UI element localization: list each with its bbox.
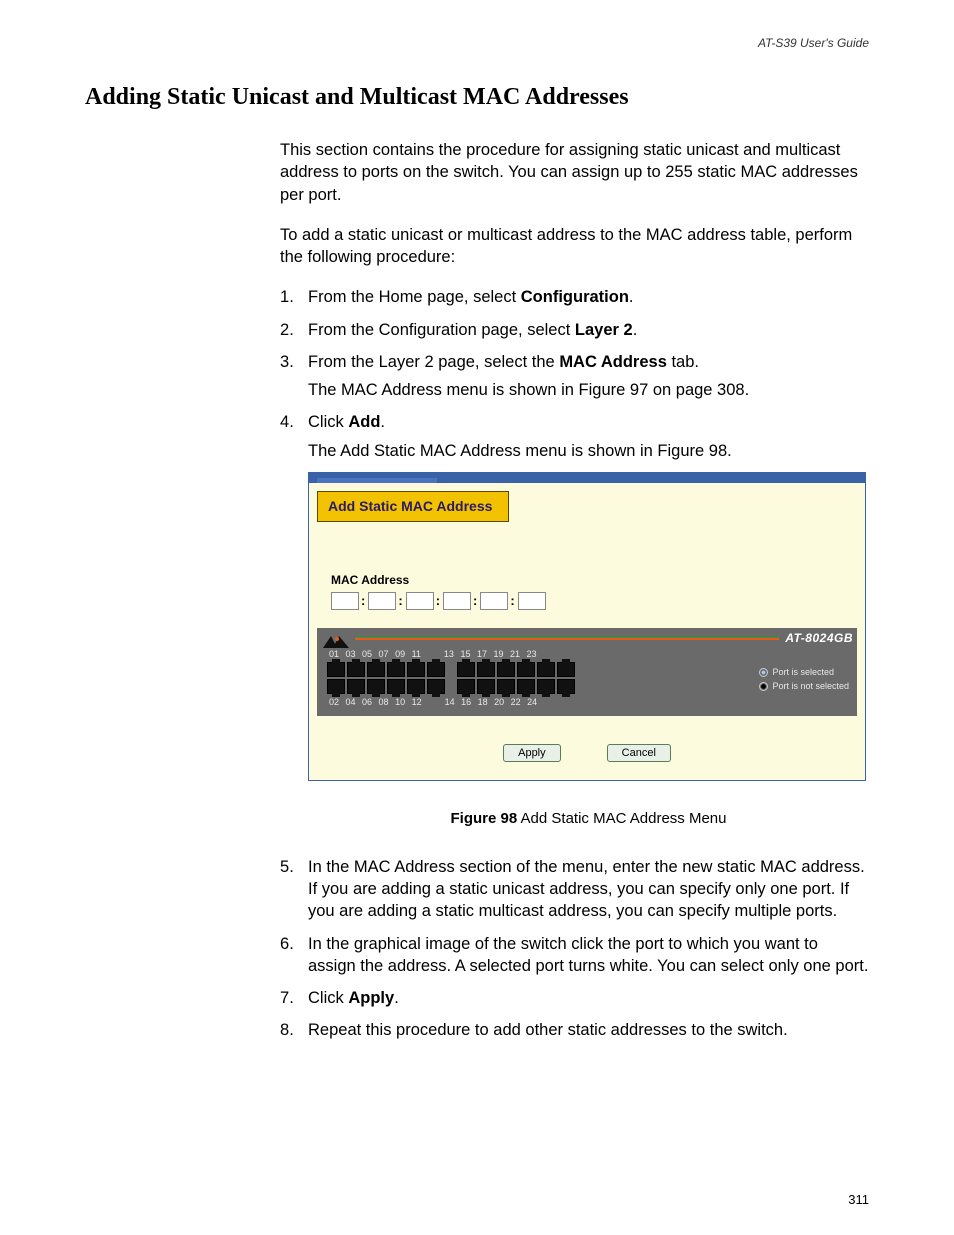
- intro-paragraph-1: This section contains the procedure for …: [280, 139, 869, 206]
- port-15[interactable]: [477, 662, 495, 677]
- port-20[interactable]: [517, 679, 535, 694]
- page-title: Adding Static Unicast and Multicast MAC …: [85, 84, 869, 111]
- port-17[interactable]: [497, 662, 515, 677]
- step-6: In the graphical image of the switch cli…: [280, 933, 869, 978]
- figure-caption: Figure 98 Add Static MAC Address Menu: [308, 809, 869, 829]
- mac-octet-3[interactable]: [406, 592, 434, 610]
- step-4-note: The Add Static MAC Address menu is shown…: [308, 440, 869, 462]
- port-19[interactable]: [517, 662, 535, 677]
- port-05[interactable]: [367, 662, 385, 677]
- port-07[interactable]: [387, 662, 405, 677]
- dialog-heading: Add Static MAC Address: [317, 491, 509, 522]
- legend-selected-icon: [759, 668, 768, 677]
- figure-98: Add Static MAC Address MAC Address : : :…: [308, 472, 869, 782]
- port-04[interactable]: [347, 679, 365, 694]
- apply-button[interactable]: Apply: [503, 744, 561, 762]
- port-03[interactable]: [347, 662, 365, 677]
- step-7: Click Apply.: [280, 987, 869, 1009]
- dialog-titlebar: [309, 473, 865, 483]
- step-4: Click Add. The Add Static MAC Address me…: [280, 411, 869, 829]
- port-13[interactable]: [457, 662, 475, 677]
- port-16[interactable]: [477, 679, 495, 694]
- vendor-logo-icon: [323, 632, 349, 644]
- port-10[interactable]: [407, 679, 425, 694]
- port-08[interactable]: [387, 679, 405, 694]
- port-12[interactable]: [427, 679, 445, 694]
- mac-address-inputs: : : : : :: [331, 592, 857, 610]
- port-11[interactable]: [427, 662, 445, 677]
- step-2: From the Configuration page, select Laye…: [280, 319, 869, 341]
- legend-not-selected-icon: [759, 682, 768, 691]
- mac-octet-2[interactable]: [368, 592, 396, 610]
- port-14[interactable]: [457, 679, 475, 694]
- mac-address-label: MAC Address: [331, 572, 857, 588]
- port-02[interactable]: [327, 679, 345, 694]
- port-21[interactable]: [537, 662, 555, 677]
- step-3: From the Layer 2 page, select the MAC Ad…: [280, 351, 869, 402]
- port-09[interactable]: [407, 662, 425, 677]
- bottom-port-numbers: 020406081012141618202224: [327, 696, 575, 708]
- top-port-numbers: 010305070911131517192123: [327, 648, 575, 660]
- port-23[interactable]: [557, 662, 575, 677]
- running-header: AT-S39 User's Guide: [758, 36, 869, 50]
- intro-paragraph-2: To add a static unicast or multicast add…: [280, 224, 869, 269]
- step-3-note: The MAC Address menu is shown in Figure …: [308, 379, 869, 401]
- port-01[interactable]: [327, 662, 345, 677]
- step-1: From the Home page, select Configuration…: [280, 286, 869, 308]
- mac-octet-1[interactable]: [331, 592, 359, 610]
- add-static-mac-dialog: Add Static MAC Address MAC Address : : :…: [308, 472, 866, 782]
- mac-octet-4[interactable]: [443, 592, 471, 610]
- switch-port-diagram: AT-8024GB 010305070911131517192123: [317, 628, 857, 716]
- port-legend: Port is selected Port is not selected: [759, 648, 849, 694]
- port-18[interactable]: [497, 679, 515, 694]
- mac-octet-6[interactable]: [518, 592, 546, 610]
- step-8: Repeat this procedure to add other stati…: [280, 1019, 869, 1041]
- port-06[interactable]: [367, 679, 385, 694]
- switch-model: AT-8024GB: [785, 630, 853, 646]
- mac-octet-5[interactable]: [480, 592, 508, 610]
- port-24[interactable]: [557, 679, 575, 694]
- port-22[interactable]: [537, 679, 555, 694]
- step-5: In the MAC Address section of the menu, …: [280, 856, 869, 923]
- cancel-button[interactable]: Cancel: [607, 744, 671, 762]
- page-number: 311: [848, 1192, 869, 1207]
